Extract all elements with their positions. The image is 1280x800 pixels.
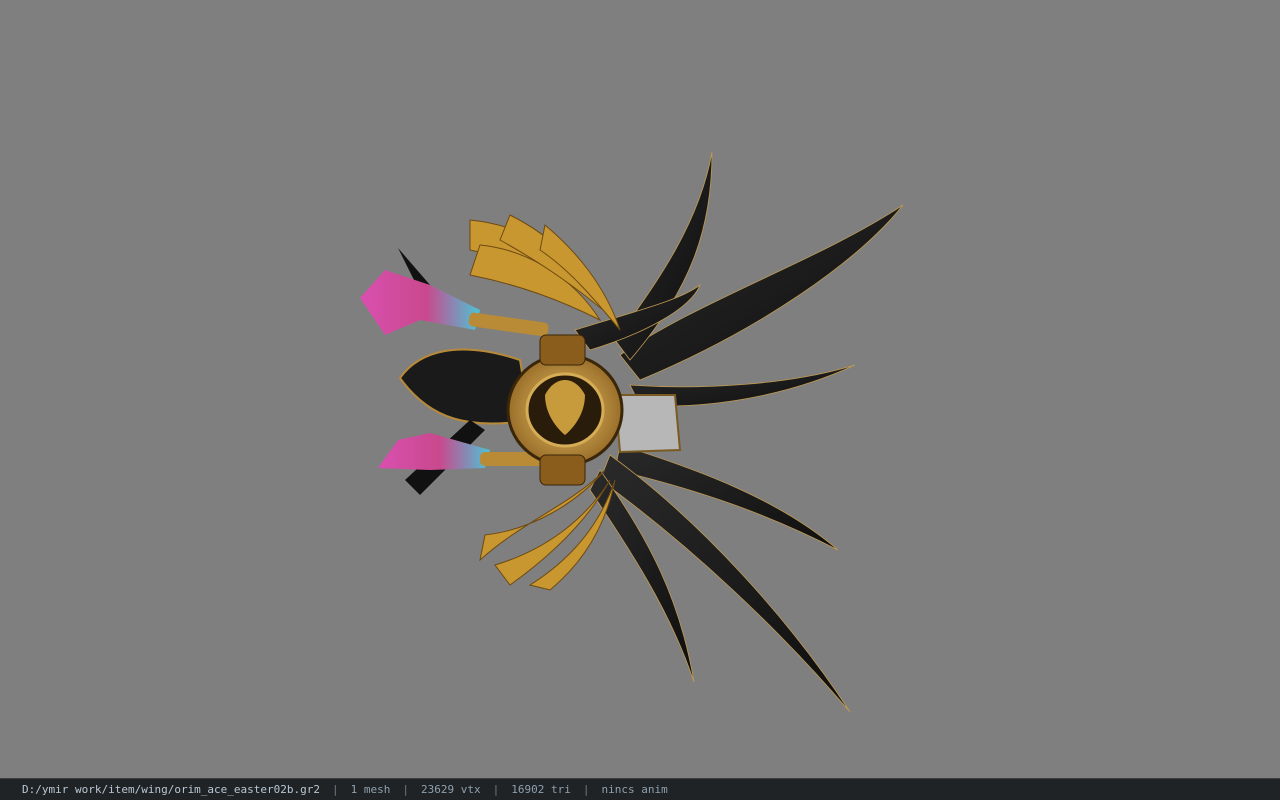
separator: | — [402, 783, 410, 796]
3d-viewport[interactable] — [0, 0, 1280, 778]
animation-status: nincs anim — [601, 783, 668, 796]
gold-wing-top — [469, 214, 621, 331]
file-path: D:/ymir work/item/wing/orim_ace_easter02… — [22, 783, 321, 796]
status-bar: D:/ymir work/item/wing/orim_ace_easter02… — [0, 778, 1280, 800]
separator: | — [582, 783, 590, 796]
separator: | — [332, 783, 339, 796]
triangle-count: 16902 tri — [511, 783, 571, 796]
mesh-count: 1 mesh — [350, 783, 391, 796]
separator: | — [492, 783, 500, 796]
wing-model-render — [360, 151, 904, 713]
vertex-count: 23629 vtx — [421, 783, 481, 796]
